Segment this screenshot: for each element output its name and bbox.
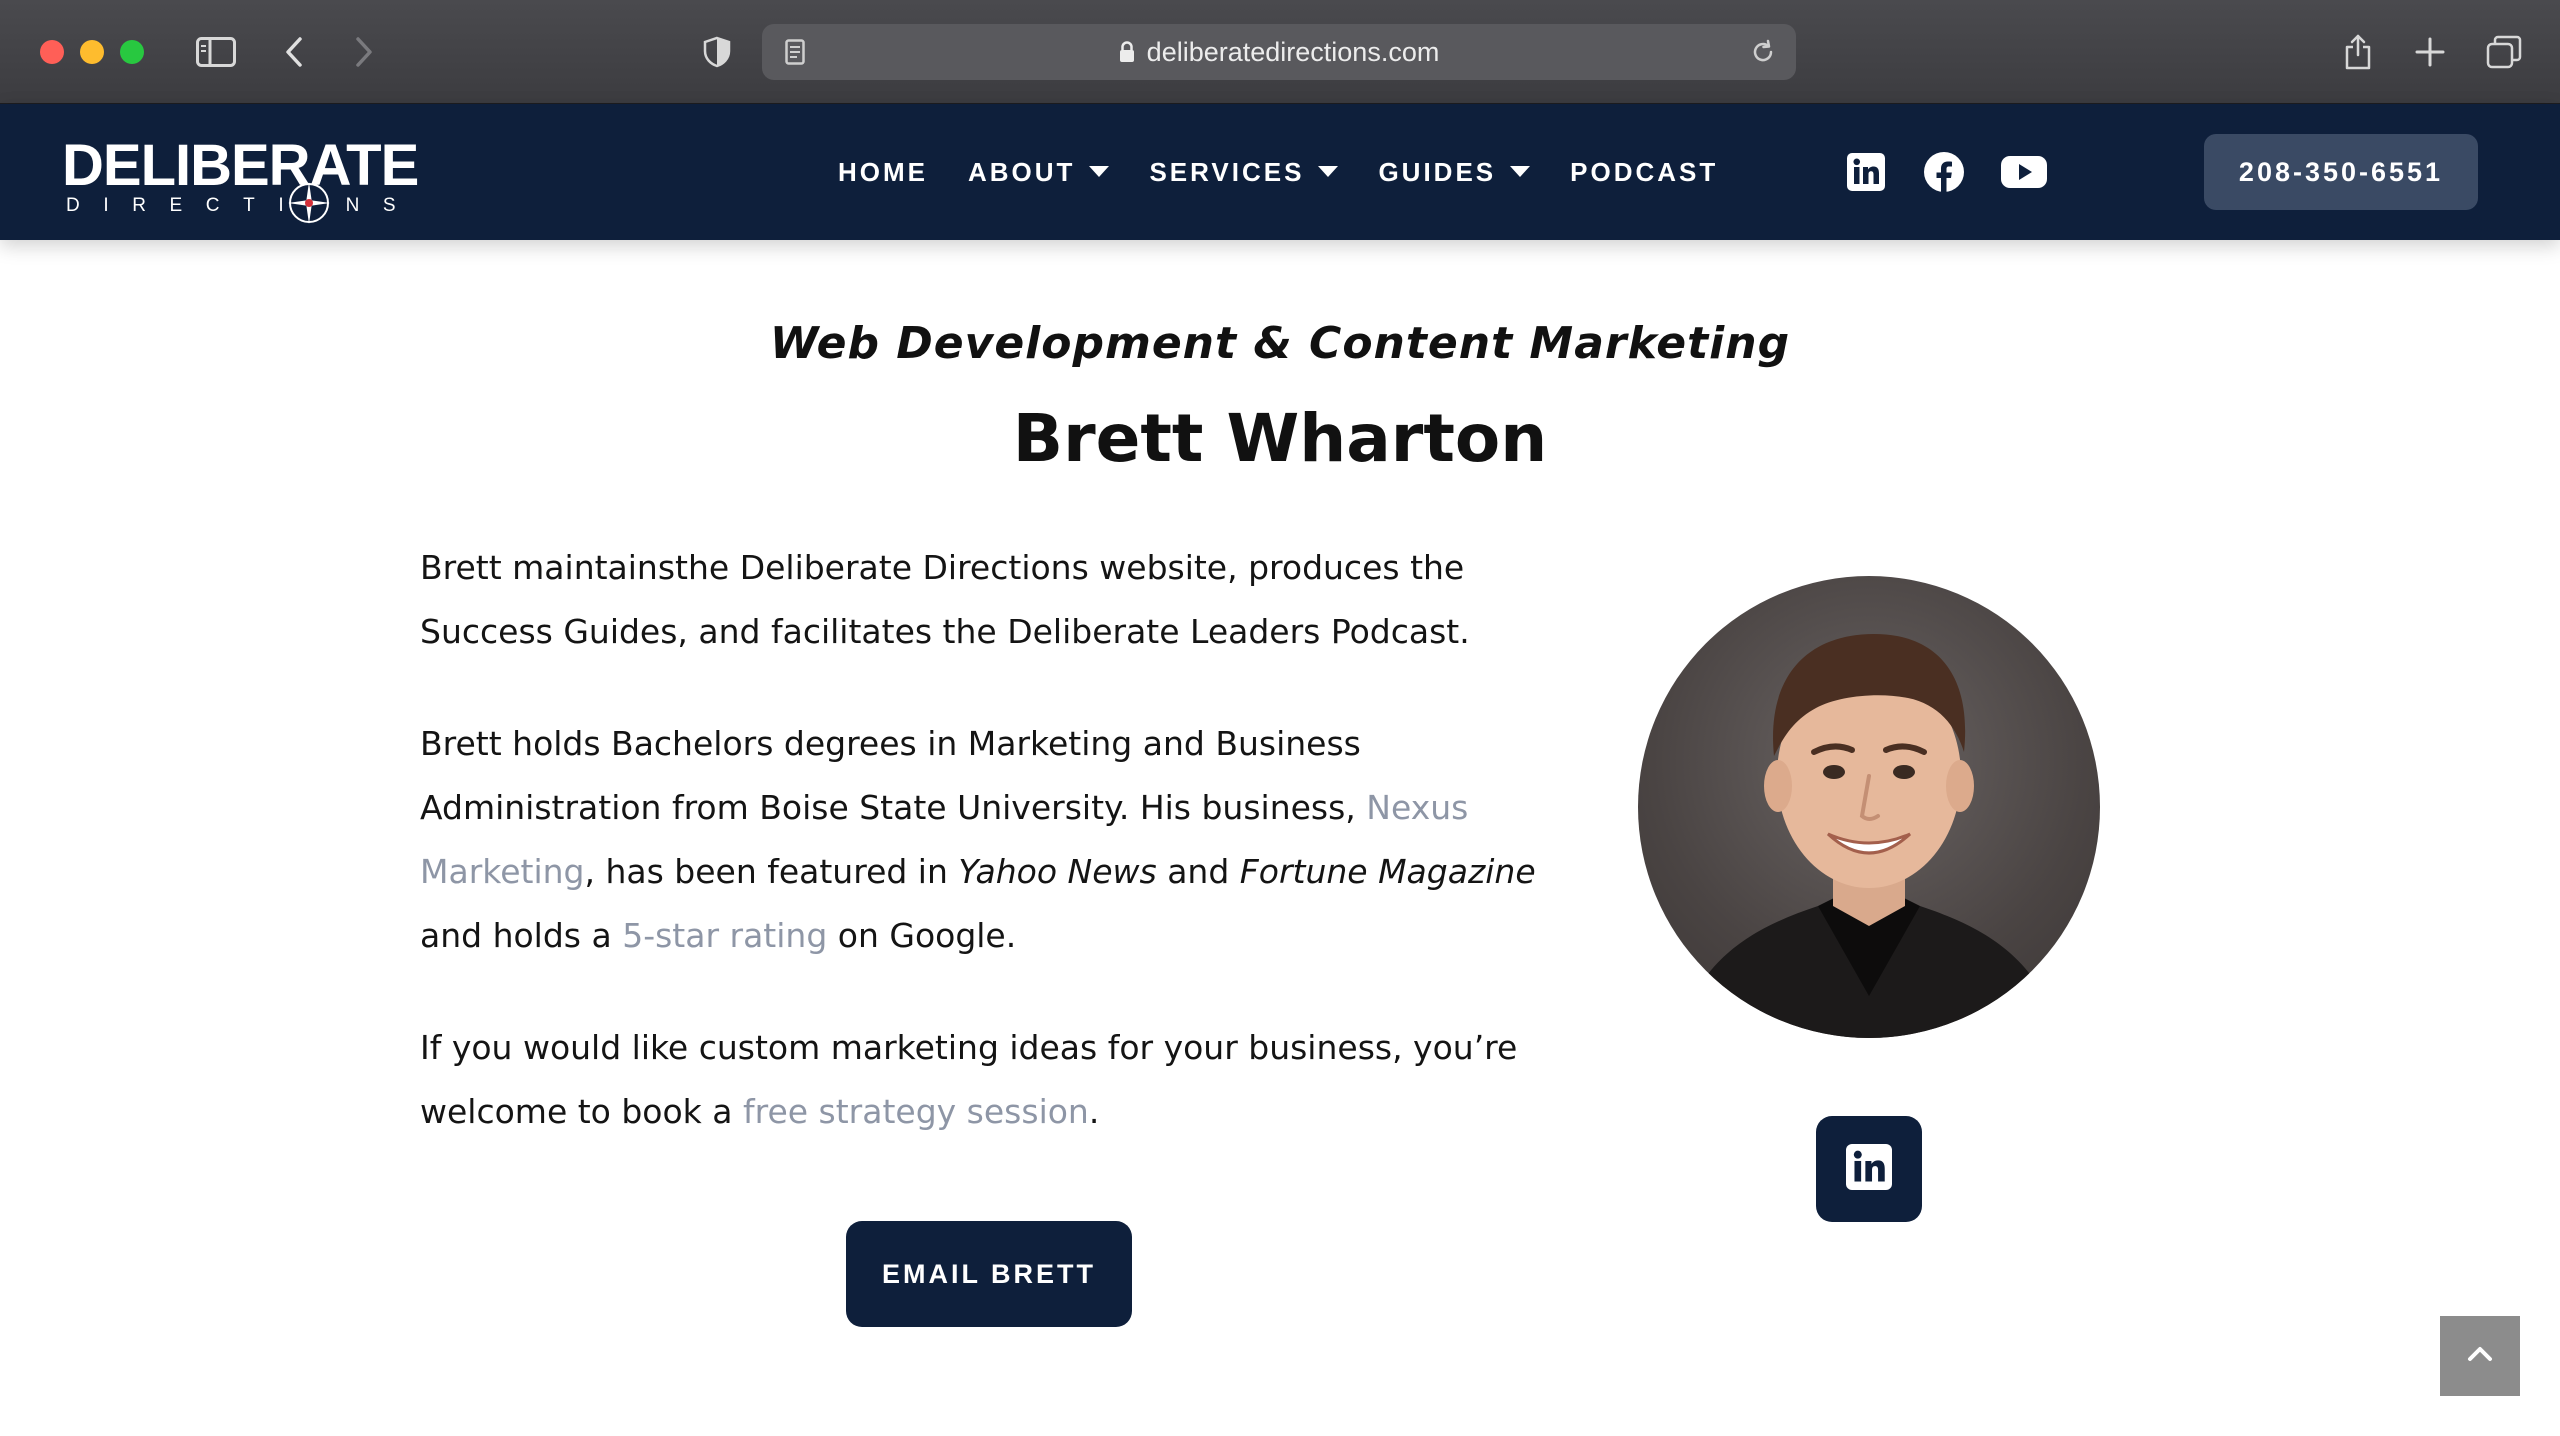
bio-text: .: [1088, 1092, 1100, 1131]
facebook-icon[interactable]: [1922, 150, 1966, 194]
address-bar[interactable]: deliberatedirections.com: [762, 24, 1796, 80]
chevron-up-icon: [2467, 1346, 2493, 1366]
zoom-window-button[interactable]: [120, 40, 144, 64]
bio-text: , has been featured in: [584, 852, 959, 891]
site-logo[interactable]: DELIBERATE DIRECTIONS: [62, 136, 420, 226]
bio-text: and: [1156, 852, 1240, 891]
nav-podcast[interactable]: PODCAST: [1570, 157, 1718, 188]
main-menu: HOME ABOUT SERVICES GUIDES PODCAST: [838, 104, 1758, 240]
linkedin-icon: [1846, 1144, 1892, 1194]
url-text: deliberatedirections.com: [1146, 36, 1440, 67]
bio-paragraph: Brett holds Bachelors degrees in Marketi…: [420, 712, 1570, 968]
publication-name: Yahoo News: [958, 852, 1157, 891]
email-button[interactable]: EMAIL BRETT: [846, 1221, 1132, 1327]
linkedin-icon[interactable]: [1844, 150, 1888, 194]
bio-paragraph: If you would like custom marketing ideas…: [420, 1016, 1570, 1144]
compass-icon: [286, 180, 332, 230]
nav-podcast-label: PODCAST: [1570, 156, 1719, 187]
bio-paragraph: Brett maintainsthe Deliberate Directions…: [420, 536, 1570, 664]
logo-wordmark: DELIBERATE: [62, 133, 419, 198]
nav-guides-label: GUIDES: [1378, 156, 1497, 187]
nav-about[interactable]: ABOUT: [968, 156, 1110, 188]
publication-name: Fortune Magazine: [1239, 852, 1536, 891]
youtube-icon[interactable]: [2000, 150, 2048, 194]
profile-linkedin-button[interactable]: [1816, 1116, 1922, 1222]
site-header: DELIBERATE DIRECTIONS HOME ABOUT SERVICE…: [0, 104, 2560, 240]
browser-toolbar: deliberatedirections.com: [0, 0, 2560, 104]
privacy-shield-icon[interactable]: [700, 30, 734, 74]
new-tab-icon[interactable]: [2412, 30, 2448, 74]
chevron-down-icon: [1510, 166, 1531, 178]
share-icon[interactable]: [2340, 30, 2376, 74]
nav-services-label: SERVICES: [1149, 156, 1305, 187]
close-window-button[interactable]: [40, 40, 64, 64]
rating-link[interactable]: 5-star rating: [622, 916, 827, 955]
minimize-window-button[interactable]: [80, 40, 104, 64]
logo-tagline: DIRECTIONS: [66, 195, 420, 216]
sidebar-toggle-icon[interactable]: [194, 30, 238, 74]
profile-subtitle: Web Development & Content Marketing: [769, 318, 1791, 369]
bio-text: and holds a: [420, 916, 623, 955]
chevron-down-icon: [1318, 166, 1339, 178]
chevron-down-icon: [1089, 166, 1110, 178]
lock-icon: [1119, 41, 1135, 63]
phone-button[interactable]: 208-350-6551: [2204, 134, 2478, 210]
nav-home[interactable]: HOME: [838, 157, 928, 188]
url-display[interactable]: deliberatedirections.com: [762, 24, 1796, 80]
strategy-session-link[interactable]: free strategy session: [743, 1092, 1089, 1131]
nav-home-label: HOME: [838, 156, 928, 187]
bio-text: Brett maintainsthe Deliberate Directions…: [420, 548, 1470, 651]
back-to-top-button[interactable]: [2440, 1316, 2520, 1396]
profile-photo: [1638, 576, 2100, 1038]
nav-guides[interactable]: GUIDES: [1378, 156, 1531, 188]
reload-icon[interactable]: [1746, 30, 1780, 74]
back-arrow-icon[interactable]: [280, 30, 308, 74]
nav-services[interactable]: SERVICES: [1149, 156, 1339, 188]
bio-text: Brett holds Bachelors degrees in Marketi…: [420, 724, 1367, 827]
profile-bio: Brett maintainsthe Deliberate Directions…: [420, 536, 1570, 1192]
nav-about-label: ABOUT: [968, 156, 1076, 187]
tab-overview-icon[interactable]: [2484, 30, 2524, 74]
profile-name: Brett Wharton: [1012, 400, 1548, 477]
forward-arrow-icon[interactable]: [350, 30, 378, 74]
bio-text: on Google.: [827, 916, 1017, 955]
